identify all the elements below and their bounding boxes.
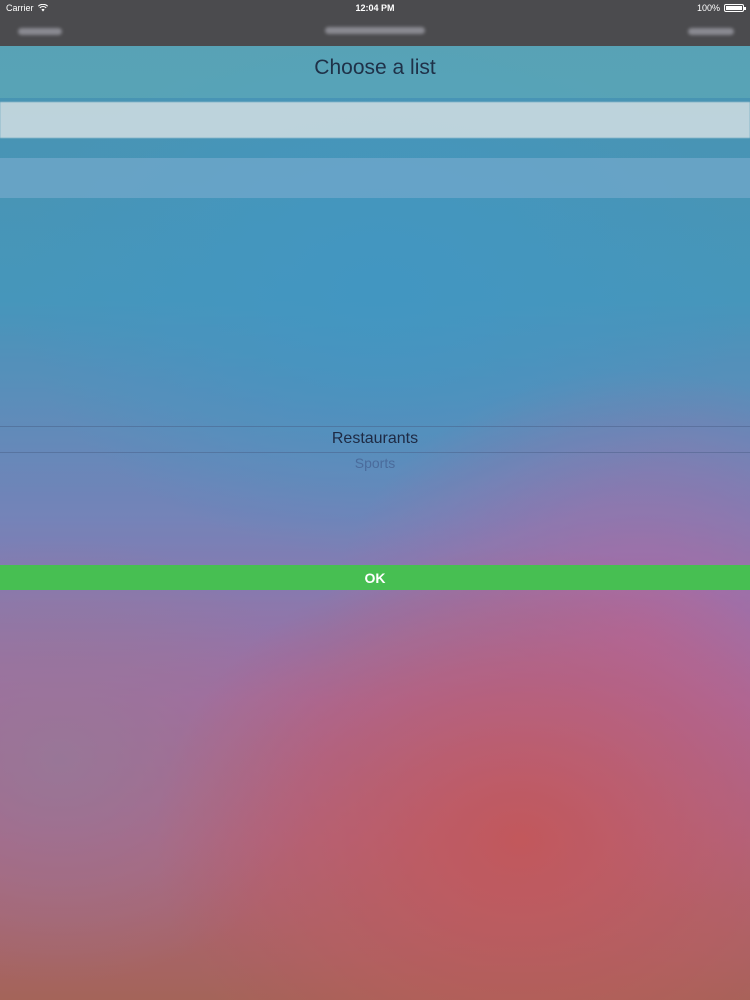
status-bar: Carrier 12:04 PM 100% [0, 0, 750, 16]
picker-selection-line-top [0, 426, 750, 427]
picker-selection-line-bottom [0, 452, 750, 453]
battery-icon [724, 4, 746, 12]
ok-button[interactable]: OK [0, 565, 750, 590]
blurred-left-nav-item [18, 28, 62, 35]
page-title: Choose a list [314, 56, 436, 79]
blurred-right-nav-item [688, 28, 734, 35]
blurred-nav-title [325, 27, 425, 34]
dimmed-navigation-bar [0, 16, 750, 46]
blurred-search-field [0, 102, 750, 138]
status-time: 12:04 PM [355, 3, 395, 13]
background-overlay [0, 0, 750, 1000]
blurred-band [0, 158, 750, 198]
picker-item-next[interactable]: Sports [0, 455, 750, 471]
battery-percent: 100% [696, 3, 720, 13]
status-right: 100% [696, 0, 746, 16]
picker-item-selected[interactable]: Restaurants [0, 430, 750, 448]
